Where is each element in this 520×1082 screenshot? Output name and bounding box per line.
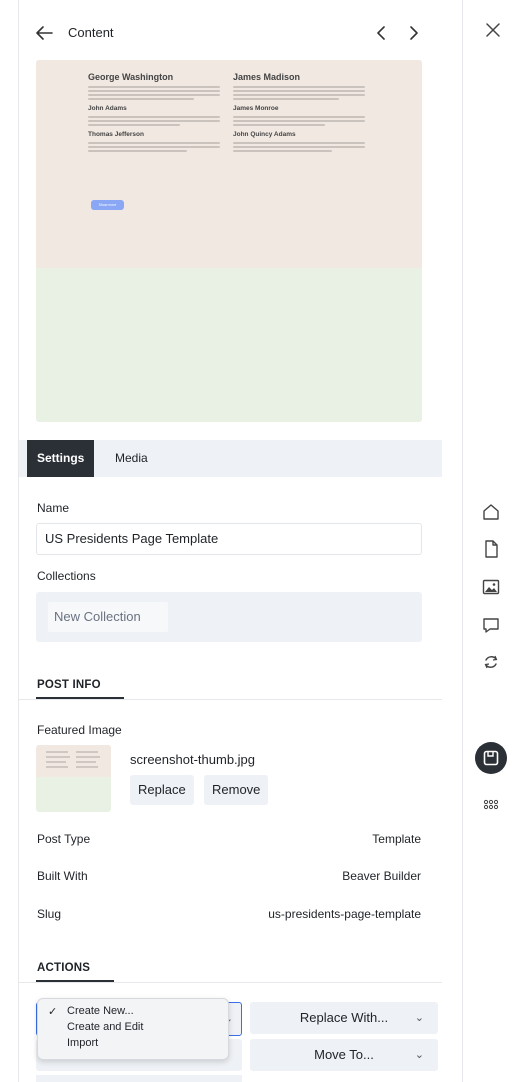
close-icon[interactable] xyxy=(483,20,503,40)
built-with-label: Built With xyxy=(37,869,88,883)
sync-icon[interactable] xyxy=(480,651,502,673)
post-info-heading: POST INFO xyxy=(37,679,101,691)
preview-content-area: George Washington John Adams Thomas Jeff… xyxy=(36,60,422,268)
tab-media[interactable]: Media xyxy=(105,440,158,477)
chevron-right-icon[interactable] xyxy=(404,22,424,44)
remove-image-button[interactable]: Remove xyxy=(204,775,269,805)
featured-image-filename: screenshot-thumb.jpg xyxy=(130,752,256,767)
dropdown-item-import[interactable]: Import xyxy=(67,1037,98,1049)
collections-box: New Collection xyxy=(36,592,422,642)
tab-bar: Settings Media xyxy=(19,440,442,477)
post-type-value: Template xyxy=(372,832,421,846)
tab-settings[interactable]: Settings xyxy=(27,440,95,477)
preview-heading: James Madison xyxy=(233,72,301,82)
content-panel: Content George Washington John Adams Tho… xyxy=(18,0,442,1082)
replace-image-button[interactable]: Replace xyxy=(130,775,194,805)
chevron-left-icon[interactable] xyxy=(371,22,391,44)
chevron-down-icon: ⌄ xyxy=(414,1012,424,1024)
preview-column-right: James Madison James Monroe John Quincy A… xyxy=(233,72,365,154)
preview-heading: Thomas Jefferson xyxy=(88,131,144,138)
comment-icon[interactable] xyxy=(480,614,502,636)
create-options-dropdown: ✓ Create New... Create and Edit Import xyxy=(37,998,229,1060)
template-preview: George Washington John Adams Thomas Jeff… xyxy=(36,60,422,422)
saved-button[interactable] xyxy=(475,742,507,774)
preview-column-left: George Washington John Adams Thomas Jeff… xyxy=(88,72,220,154)
new-collection-input[interactable]: New Collection xyxy=(48,602,168,632)
arrow-left-icon[interactable] xyxy=(33,22,55,44)
featured-image-label: Featured Image xyxy=(37,723,122,737)
panel-header: Content xyxy=(19,18,442,48)
post-type-label: Post Type xyxy=(37,832,91,846)
preview-heading: John Quincy Adams xyxy=(233,131,296,138)
chevron-down-icon: ⌄ xyxy=(414,1049,424,1061)
checkmark-icon: ✓ xyxy=(48,1006,58,1018)
collections-label: Collections xyxy=(37,569,96,583)
featured-image-thumbnail[interactable] xyxy=(36,745,111,812)
divider xyxy=(19,699,442,700)
home-icon[interactable] xyxy=(480,501,502,523)
name-field[interactable]: US Presidents Page Template xyxy=(36,523,422,555)
actions-heading: ACTIONS xyxy=(37,962,91,974)
dropdown-item-create-new[interactable]: Create New... xyxy=(67,1005,134,1017)
preview-heading: George Washington xyxy=(88,72,174,82)
panel-title: Content xyxy=(68,25,114,40)
divider xyxy=(19,982,442,983)
replace-with-select[interactable]: Replace With... ⌄ xyxy=(250,1002,438,1034)
icon-rail xyxy=(462,0,520,1082)
image-icon[interactable] xyxy=(480,576,502,598)
replace-with-label: Replace With... xyxy=(299,1010,389,1025)
dropdown-item-create-and-edit[interactable]: Create and Edit xyxy=(67,1021,143,1033)
grid-icon[interactable] xyxy=(480,795,502,817)
move-to-select[interactable]: Move To... ⌄ xyxy=(250,1039,438,1071)
document-icon[interactable] xyxy=(480,538,502,560)
move-to-label: Move To... xyxy=(314,1047,374,1062)
preview-button: Show more xyxy=(91,200,124,210)
name-label: Name xyxy=(37,501,70,515)
built-with-value: Beaver Builder xyxy=(342,869,421,883)
saved-icon xyxy=(483,750,499,766)
slug-label: Slug xyxy=(37,907,62,921)
preview-heading: James Monroe xyxy=(233,105,279,112)
preview-heading: John Adams xyxy=(88,105,127,112)
action-button-partial[interactable] xyxy=(36,1075,242,1082)
slug-value: us-presidents-page-template xyxy=(268,907,421,921)
